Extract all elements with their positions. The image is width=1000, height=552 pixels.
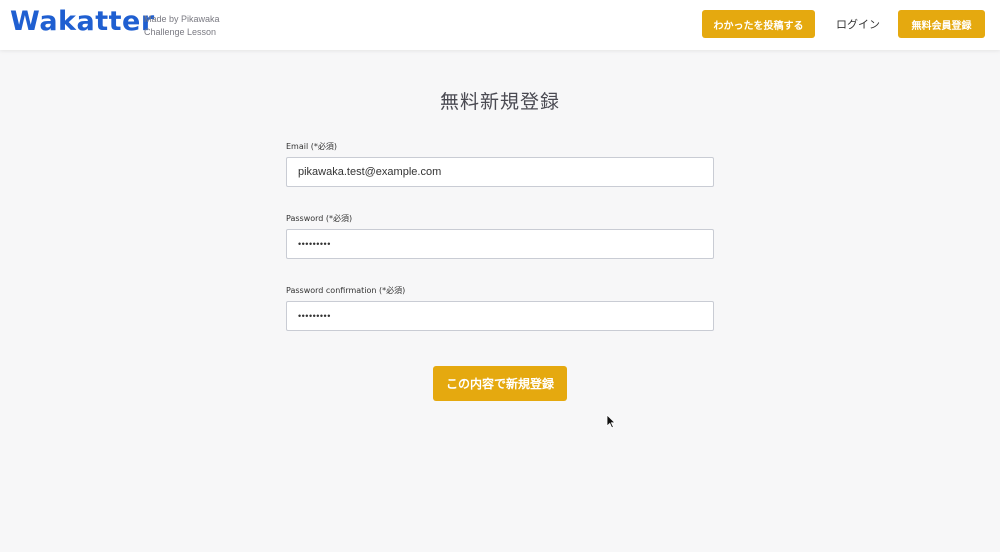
password-field[interactable]: ••••••••• <box>286 229 714 259</box>
password-label: Password (*必須) <box>286 214 353 223</box>
header: Wakatter Made by Pikawaka Challenge Less… <box>0 0 1000 50</box>
tagline-line1: Made by Pikawaka <box>144 14 220 24</box>
email-value: pikawaka.test@example.com <box>298 166 442 178</box>
password-confirmation-label: Password confirmation (*必須) <box>286 286 406 295</box>
tagline: Made by Pikawaka Challenge Lesson <box>144 13 220 39</box>
password-confirmation-value: ••••••••• <box>298 311 331 321</box>
email-label: Email (*必須) <box>286 142 337 151</box>
submit-signup-button[interactable]: この内容で新規登録 <box>433 366 567 401</box>
page-title: 無料新規登録 <box>439 91 560 113</box>
logo[interactable]: Wakatter <box>10 6 155 37</box>
tagline-line2: Challenge Lesson <box>144 27 217 37</box>
post-wakatta-button[interactable]: わかったを投稿する <box>702 10 815 38</box>
password-value: ••••••••• <box>298 239 331 249</box>
email-field[interactable]: pikawaka.test@example.com <box>286 157 714 187</box>
password-confirmation-field[interactable]: ••••••••• <box>286 301 714 331</box>
mouse-pointer-icon <box>606 414 616 429</box>
login-link[interactable]: ログイン <box>836 16 880 32</box>
free-signup-button[interactable]: 無料会員登録 <box>898 10 985 38</box>
